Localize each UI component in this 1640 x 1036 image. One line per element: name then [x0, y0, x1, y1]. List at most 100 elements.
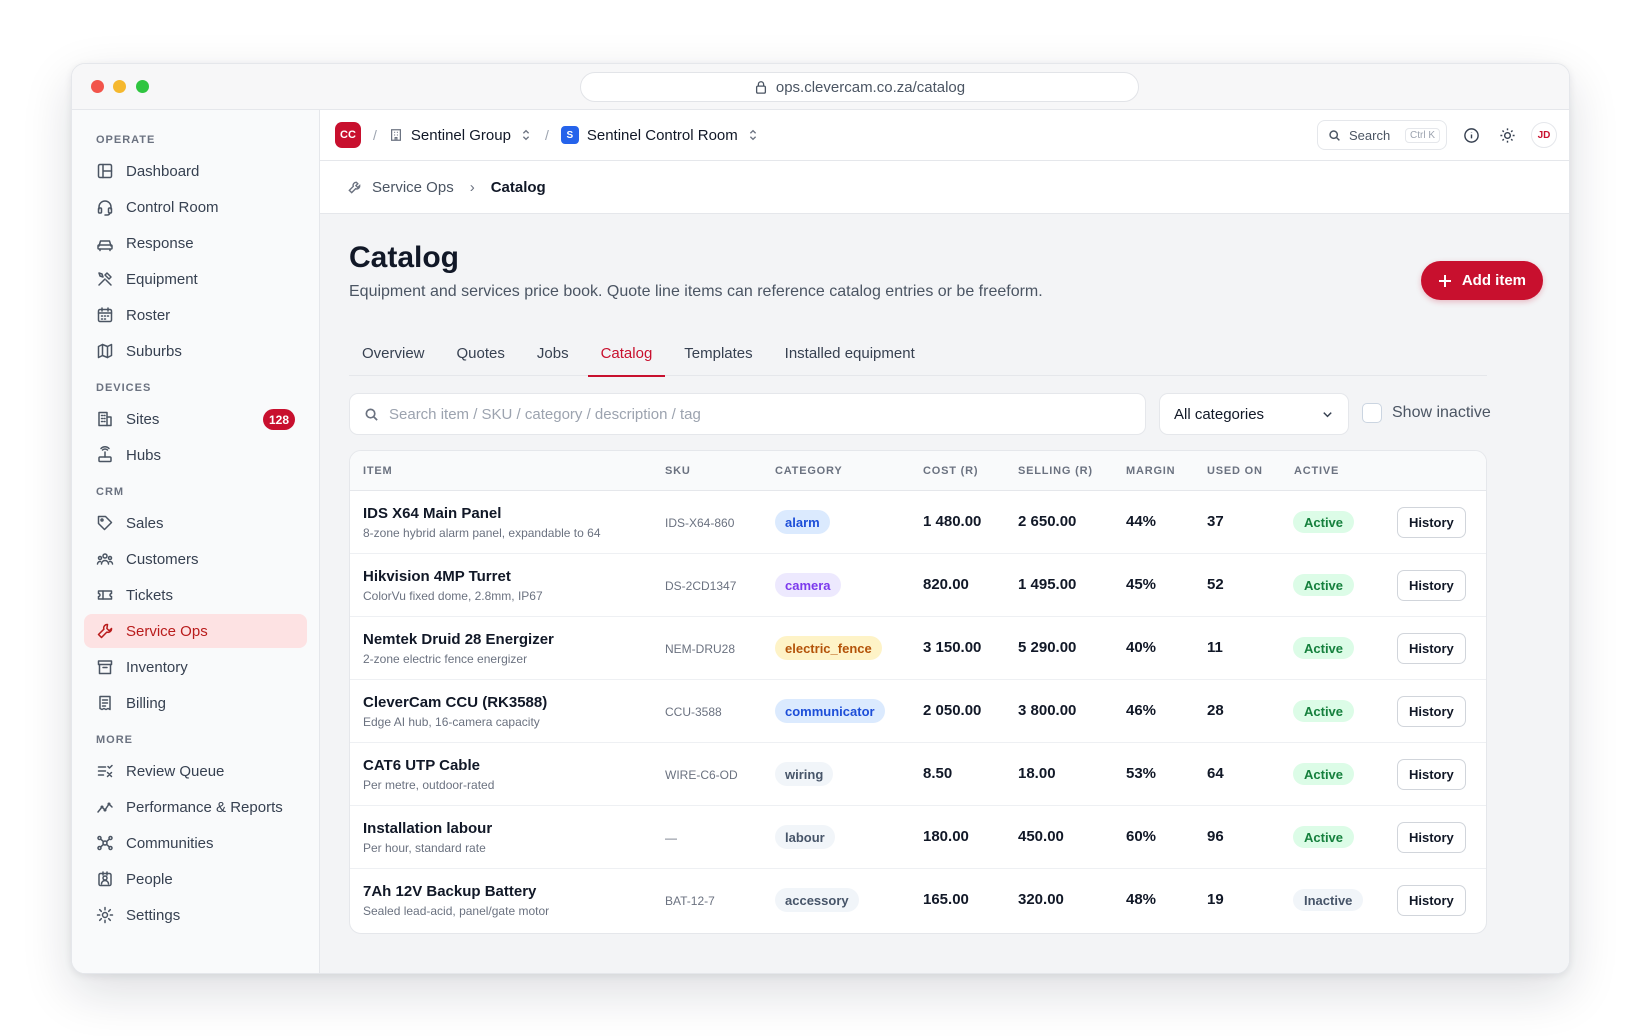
item-description: 8-zone hybrid alarm panel, expandable to…	[363, 526, 601, 540]
section-tabs: Overview Quotes Jobs Catalog Templates Instal…	[349, 330, 1487, 377]
breadcrumb-slash: /	[373, 127, 377, 143]
page-description: Equipment and services price book. Quote…	[349, 283, 1043, 300]
header-item[interactable]: ITEM	[363, 465, 392, 477]
category-select-value: All categories	[1174, 405, 1265, 423]
site-switcher[interactable]: S Sentinel Control Room	[560, 126, 760, 144]
history-button[interactable]: History	[1397, 696, 1466, 727]
calendar-icon	[97, 307, 113, 323]
minimize-window-dot[interactable]	[113, 80, 126, 93]
info-button[interactable]	[1459, 123, 1483, 147]
history-button[interactable]: History	[1397, 570, 1466, 601]
category-badge: camera	[775, 573, 841, 597]
sidebar-item-billing[interactable]: Billing	[84, 686, 307, 720]
sidebar-item-customers[interactable]: Customers	[84, 542, 307, 576]
item-margin: 44%	[1126, 513, 1157, 530]
sidebar-item-sites[interactable]: Sites 128	[84, 402, 307, 436]
breadcrumb-slash: /	[544, 127, 549, 143]
tab-templates[interactable]: Templates	[671, 330, 765, 376]
sidebar-item-control-room[interactable]: Control Room	[84, 190, 307, 224]
item-name: CleverCam CCU (RK3588)	[363, 694, 548, 711]
table-row[interactable]: 7Ah 12V Backup Battery Sealed lead-acid, …	[350, 869, 1486, 932]
history-button[interactable]: History	[1397, 822, 1466, 853]
tab-installed-equipment[interactable]: Installed equipment	[772, 330, 928, 376]
table-row[interactable]: CAT6 UTP Cable Per metre, outdoor-rated WI…	[350, 743, 1486, 806]
header-category[interactable]: CATEGORY	[775, 465, 843, 477]
item-margin: 40%	[1126, 639, 1157, 656]
sidebar-item-performance-reports[interactable]: Performance & Reports	[84, 790, 307, 824]
item-cost: 180.00	[923, 828, 969, 845]
status-badge: Active	[1293, 574, 1355, 596]
user-avatar[interactable]: JD	[1531, 122, 1557, 148]
sidebar-item-service-ops[interactable]: Service Ops	[84, 614, 307, 648]
table-row[interactable]: Hikvision 4MP Turret ColorVu fixed dome, …	[350, 554, 1486, 617]
tab-quotes[interactable]: Quotes	[444, 330, 518, 376]
sidebar-item-label: People	[126, 870, 173, 888]
close-window-dot[interactable]	[91, 80, 104, 93]
header-sku[interactable]: SKU	[665, 465, 691, 477]
item-description: 2-zone electric fence energizer	[363, 652, 528, 666]
org-switcher[interactable]: Sentinel Group	[389, 127, 533, 144]
tab-jobs[interactable]: Jobs	[524, 330, 582, 376]
sidebar-item-response[interactable]: Response	[84, 226, 307, 260]
sidebar: OPERATE Dashboard Control Room Response Equi…	[72, 110, 320, 973]
sidebar-item-review-queue[interactable]: Review Queue	[84, 754, 307, 788]
site-badge: S	[560, 126, 579, 144]
sidebar-section-label: OPERATE	[96, 134, 156, 146]
sidebar-item-dashboard[interactable]: Dashboard	[84, 154, 307, 188]
sidebar-item-suburbs[interactable]: Suburbs	[84, 334, 307, 368]
table-row[interactable]: Installation labour Per hour, standard ra…	[350, 806, 1486, 869]
history-button[interactable]: History	[1397, 633, 1466, 664]
item-sku: WIRE-C6-OD	[665, 768, 738, 782]
show-inactive-toggle[interactable]: Show inactive	[1362, 403, 1491, 423]
tab-overview[interactable]: Overview	[349, 330, 438, 376]
show-inactive-checkbox[interactable]	[1362, 403, 1382, 423]
sidebar-item-label: Hubs	[126, 446, 162, 464]
sidebar-item-tickets[interactable]: Tickets	[84, 578, 307, 612]
sidebar-item-label: Tickets	[126, 586, 173, 604]
sidebar-item-inventory[interactable]: Inventory	[84, 650, 307, 684]
table-row[interactable]: IDS X64 Main Panel 8-zone hybrid alarm pa…	[350, 491, 1486, 554]
header-used-on[interactable]: USED ON	[1207, 465, 1263, 477]
item-selling: 450.00	[1018, 828, 1064, 845]
history-button[interactable]: History	[1397, 759, 1466, 790]
item-sku: —	[665, 831, 677, 845]
category-badge: labour	[775, 825, 835, 849]
sidebar-item-label: Roster	[126, 306, 171, 324]
sidebar-item-hubs[interactable]: Hubs	[84, 438, 307, 472]
theme-toggle-button[interactable]	[1495, 123, 1519, 147]
category-select[interactable]: All categories	[1159, 393, 1349, 435]
category-badge: communicator	[775, 699, 885, 723]
sidebar-item-people[interactable]: People	[84, 862, 307, 896]
header-cost[interactable]: COST (R)	[923, 465, 978, 477]
chevron-updown-icon	[522, 129, 530, 141]
global-search-button[interactable]: Search Ctrl K	[1317, 120, 1447, 150]
item-cost: 3 150.00	[923, 639, 982, 656]
table-row[interactable]: Nemtek Druid 28 Energizer 2-zone electric…	[350, 617, 1486, 680]
history-button[interactable]: History	[1397, 507, 1466, 538]
item-margin: 45%	[1126, 576, 1157, 593]
tab-catalog[interactable]: Catalog	[587, 330, 666, 377]
header-selling[interactable]: SELLING (R)	[1018, 465, 1093, 477]
header-active[interactable]: ACTIVE	[1294, 465, 1339, 477]
address-bar[interactable]: ops.clevercam.co.za/catalog	[580, 72, 1139, 102]
breadcrumb-parent[interactable]: Service Ops	[372, 179, 454, 196]
catalog-search-input[interactable]: Search item / SKU / category / descripti…	[349, 393, 1146, 435]
sidebar-item-equipment[interactable]: Equipment	[84, 262, 307, 296]
org-badge[interactable]: CC	[335, 122, 361, 148]
layout-icon	[97, 163, 113, 179]
add-item-button[interactable]: Add item	[1420, 261, 1543, 300]
sidebar-item-communities[interactable]: Communities	[84, 826, 307, 860]
sidebar-item-sales[interactable]: Sales	[84, 506, 307, 540]
item-margin: 60%	[1126, 828, 1157, 845]
item-sku: BAT-12-7	[665, 894, 715, 908]
sidebar-item-roster[interactable]: Roster	[84, 298, 307, 332]
item-selling: 320.00	[1018, 891, 1064, 908]
org-name: Sentinel Group	[410, 126, 511, 144]
item-used-on: 96	[1207, 828, 1224, 845]
sidebar-item-settings[interactable]: Settings	[84, 898, 307, 932]
history-button[interactable]: History	[1397, 885, 1466, 916]
header-margin[interactable]: MARGIN	[1126, 465, 1175, 477]
table-row[interactable]: CleverCam CCU (RK3588) Edge AI hub, 16-ca…	[350, 680, 1486, 743]
item-selling: 18.00	[1018, 765, 1056, 782]
maximize-window-dot[interactable]	[136, 80, 149, 93]
